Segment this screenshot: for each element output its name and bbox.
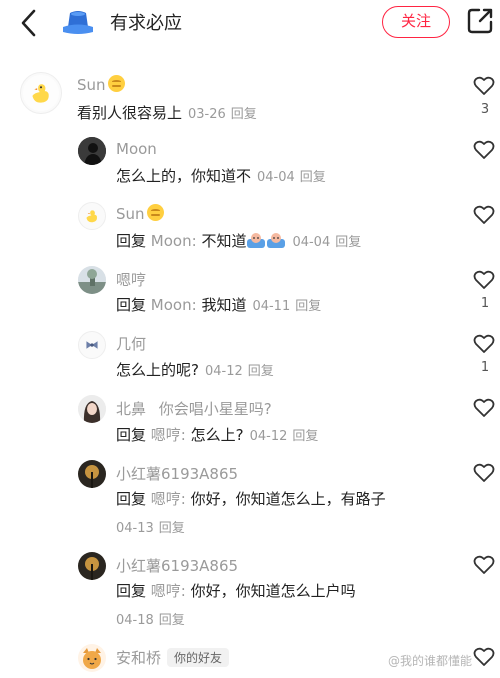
silhouette-icon	[78, 137, 106, 165]
comment-author[interactable]: Moon	[116, 140, 157, 158]
bucket-hat-icon	[60, 8, 96, 38]
avatar[interactable]	[78, 202, 106, 230]
night-photo-icon	[78, 552, 106, 580]
comment-text: 怎么上的呢? 04-12 回复	[116, 361, 274, 379]
heart-icon[interactable]	[473, 647, 495, 667]
avatar[interactable]	[78, 552, 106, 580]
share-button[interactable]	[466, 7, 494, 35]
heart-icon[interactable]	[473, 140, 495, 160]
avatar[interactable]	[20, 72, 62, 114]
avatar[interactable]	[78, 460, 106, 488]
reply-target[interactable]: 嗯哼:	[151, 490, 186, 508]
back-arrow-icon	[21, 9, 36, 37]
like-count: 1	[480, 360, 490, 375]
avatar[interactable]	[78, 266, 106, 294]
cat-icon	[83, 648, 101, 669]
back-button[interactable]	[16, 8, 44, 38]
night-photo-icon	[78, 460, 106, 488]
comment-meta: 04-18 回复	[116, 613, 185, 628]
avatar[interactable]	[78, 331, 106, 359]
comment-text: 回复 嗯哼: 怎么上? 04-12 回复	[116, 426, 319, 444]
reply-button[interactable]: 回复	[248, 364, 274, 379]
comment-author[interactable]: Sun	[77, 75, 125, 94]
like-count: 1	[480, 296, 490, 311]
heart-icon[interactable]	[473, 334, 495, 354]
reply-target[interactable]: 嗯哼:	[151, 426, 186, 444]
comment-author[interactable]: 小红薯6193A865	[116, 463, 238, 484]
friend-badge: 你的好友	[167, 648, 230, 667]
comment-author[interactable]: 嗯哼	[116, 269, 146, 290]
comment-author[interactable]: 安和桥 你的好友	[116, 647, 230, 668]
avatar[interactable]	[78, 644, 106, 672]
reply-button[interactable]: 回复	[159, 613, 185, 628]
like-count: 3	[480, 102, 490, 117]
heart-icon[interactable]	[473, 398, 495, 418]
sticker-icon	[267, 233, 286, 248]
comment-text: 回复 嗯哼: 你好，你知道怎么上，有路子	[116, 490, 386, 508]
smile-emoji-icon	[146, 204, 164, 221]
portrait-photo-icon	[78, 395, 106, 423]
duck-icon	[22, 74, 60, 112]
bow-icon	[86, 341, 98, 349]
share-icon	[467, 8, 493, 34]
comment-author[interactable]: 北鼻 你会唱小星星吗?	[116, 398, 272, 419]
reply-target[interactable]: 嗯哼:	[151, 582, 186, 600]
reply-target[interactable]: Moon:	[151, 296, 197, 314]
top-bar: 有求必应 关注	[0, 0, 500, 50]
reply-button[interactable]: 回复	[292, 429, 318, 444]
reply-button[interactable]: 回复	[300, 170, 326, 185]
comment-text: 怎么上的，你知道不 04-04 回复	[116, 167, 326, 185]
comment-author[interactable]: 几何	[116, 333, 146, 354]
comment-text: 回复 Moon: 我知道 04-11 回复	[116, 296, 322, 314]
avatar[interactable]	[78, 137, 106, 165]
avatar[interactable]	[78, 395, 106, 423]
comment-meta: 04-13 回复	[116, 521, 185, 536]
duck-icon	[86, 210, 98, 223]
comment-text: 回复 嗯哼: 你好，你知道怎么上户吗	[116, 582, 356, 600]
heart-icon[interactable]	[473, 76, 495, 96]
landscape-photo-icon	[78, 266, 106, 294]
reply-button[interactable]: 回复	[231, 107, 257, 122]
smile-emoji-icon	[107, 75, 125, 92]
heart-icon[interactable]	[473, 555, 495, 575]
heart-icon[interactable]	[473, 205, 495, 225]
watermark: @我的谁都懂能	[388, 654, 473, 668]
reply-button[interactable]: 回复	[159, 521, 185, 536]
reply-target[interactable]: Moon:	[151, 232, 197, 250]
comment-author[interactable]: Sun	[116, 204, 164, 223]
reply-button[interactable]: 回复	[335, 235, 361, 250]
follow-button[interactable]: 关注	[382, 6, 450, 38]
heart-icon[interactable]	[473, 463, 495, 483]
page-title: 有求必应	[110, 13, 182, 34]
comment-text: 看别人很容易上 03-26 回复	[77, 104, 257, 122]
reply-button[interactable]: 回复	[295, 299, 321, 314]
comment-author[interactable]: 小红薯6193A865	[116, 555, 238, 576]
sticker-icon	[247, 233, 266, 248]
heart-icon[interactable]	[473, 270, 495, 290]
comment-text: 回复 Moon: 不知道 04-04 回复	[116, 232, 362, 250]
